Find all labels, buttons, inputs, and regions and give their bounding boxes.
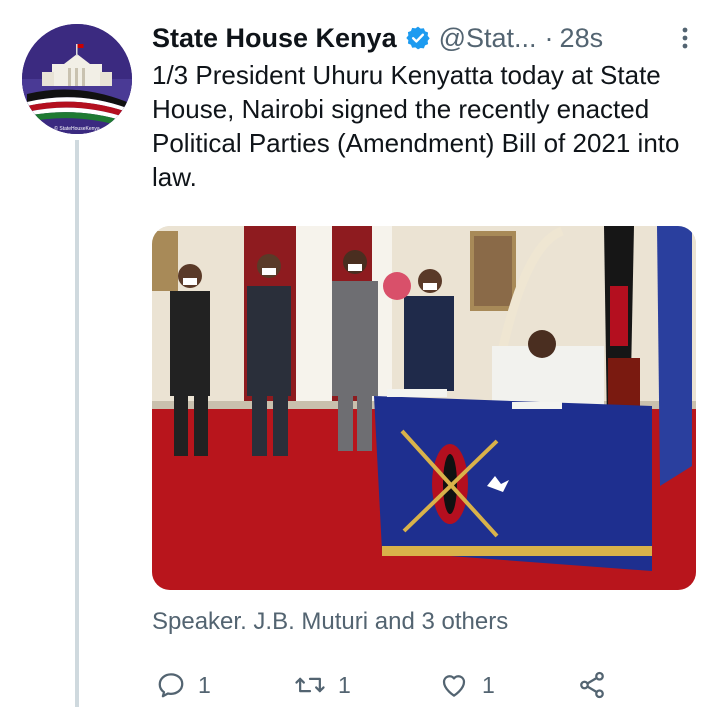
tweet-action-bar: 1 1 1 <box>152 665 622 705</box>
verified-badge-icon <box>405 25 431 51</box>
author-handle[interactable]: @Stat... <box>439 23 537 54</box>
reply-count: 1 <box>198 671 211 698</box>
reply-button[interactable]: 1 <box>156 665 211 705</box>
more-options-icon[interactable] <box>680 25 690 51</box>
share-button[interactable] <box>576 665 608 705</box>
reply-icon <box>158 673 184 698</box>
separator-dot: · <box>544 22 554 53</box>
retweet-icon <box>295 677 325 693</box>
like-count: 1 <box>482 671 495 698</box>
retweet-button[interactable]: 1 <box>294 665 351 705</box>
author-name[interactable]: State House Kenya <box>152 23 397 54</box>
signing-ceremony-photo <box>152 226 696 590</box>
avatar[interactable]: © StateHouseKenya <box>22 24 132 134</box>
state-house-logo: © StateHouseKenya <box>22 24 132 134</box>
like-button[interactable]: 1 <box>438 665 495 705</box>
timestamp[interactable]: 28s <box>560 23 604 54</box>
tweet-photo[interactable] <box>152 226 696 590</box>
share-icon <box>580 671 604 699</box>
thread-line <box>75 140 79 707</box>
tweet-header: State House Kenya @Stat... · 28s <box>152 18 690 58</box>
tweet-text: 1/3 President Uhuru Kenyatta today at St… <box>152 60 680 192</box>
avatar-caption: © StateHouseKenya <box>54 125 100 132</box>
tagged-people-link[interactable]: Speaker. J.B. Muturi and 3 others <box>152 608 508 636</box>
heart-icon <box>442 675 466 697</box>
retweet-count: 1 <box>338 671 351 698</box>
